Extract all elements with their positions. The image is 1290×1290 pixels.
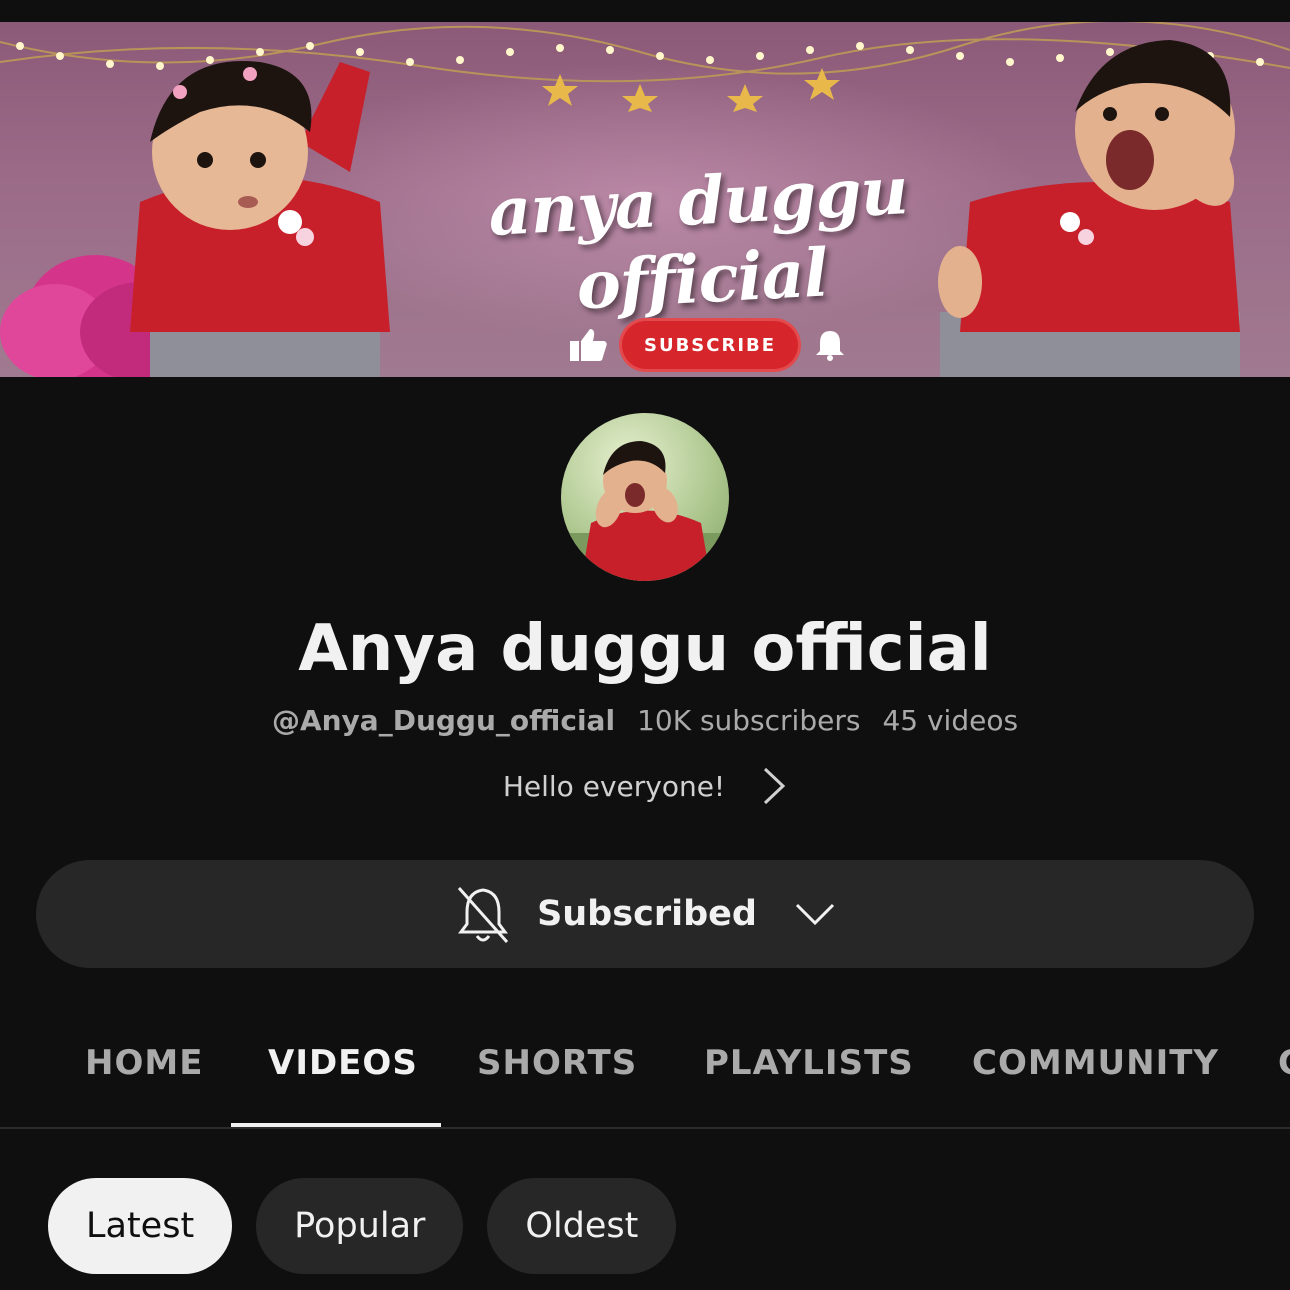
channel-handle[interactable]: @Anya_Duggu_official bbox=[272, 704, 615, 737]
tab-shorts[interactable]: SHORTS bbox=[477, 1020, 637, 1106]
channel-meta: @Anya_Duggu_official 10K subscribers 45 vi… bbox=[0, 704, 1290, 737]
tab-playlists[interactable]: PLAYLISTS bbox=[704, 1020, 914, 1106]
video-count: 45 videos bbox=[882, 704, 1019, 737]
status-bar-strip bbox=[0, 0, 1290, 22]
tab-home[interactable]: HOME bbox=[85, 1020, 203, 1106]
tab-videos[interactable]: VIDEOS bbox=[268, 1020, 418, 1106]
bell-icon bbox=[816, 331, 845, 361]
tab-community[interactable]: COMMUNITY bbox=[972, 1020, 1219, 1106]
subscriber-count: 10K subscribers bbox=[637, 704, 861, 737]
bell-off-icon bbox=[457, 887, 509, 943]
sort-chips: Latest Popular Oldest bbox=[48, 1178, 677, 1274]
banner-subscribe-label: SUBSCRIBE bbox=[622, 321, 799, 369]
chip-latest[interactable]: Latest bbox=[48, 1178, 233, 1274]
avatar-image bbox=[561, 441, 729, 581]
chevron-down-icon bbox=[795, 903, 834, 926]
chip-oldest[interactable]: Oldest bbox=[487, 1178, 677, 1274]
chevron-right-icon bbox=[764, 767, 786, 805]
thumbs-up-icon bbox=[570, 329, 607, 361]
banner-subscribe-graphic: SUBSCRIBE bbox=[568, 318, 848, 372]
chip-popular[interactable]: Popular bbox=[256, 1178, 464, 1274]
tabs-divider bbox=[0, 1127, 1290, 1129]
description-text: Hello everyone! bbox=[502, 769, 726, 803]
channel-tabs: HOME VIDEOS SHORTS PLAYLISTS COMMUNITY C bbox=[0, 1020, 1290, 1130]
subscribed-button[interactable]: Subscribed bbox=[36, 860, 1254, 968]
channel-banner: anya duggu official SUBSCRIBE bbox=[0, 22, 1290, 377]
channel-description[interactable]: Hello everyone! bbox=[0, 766, 1290, 806]
subscribed-label: Subscribed bbox=[537, 894, 757, 934]
tab-channels-partial[interactable]: C bbox=[1278, 1020, 1290, 1106]
channel-avatar[interactable] bbox=[561, 413, 729, 581]
channel-name: Anya duggu official bbox=[298, 612, 992, 686]
